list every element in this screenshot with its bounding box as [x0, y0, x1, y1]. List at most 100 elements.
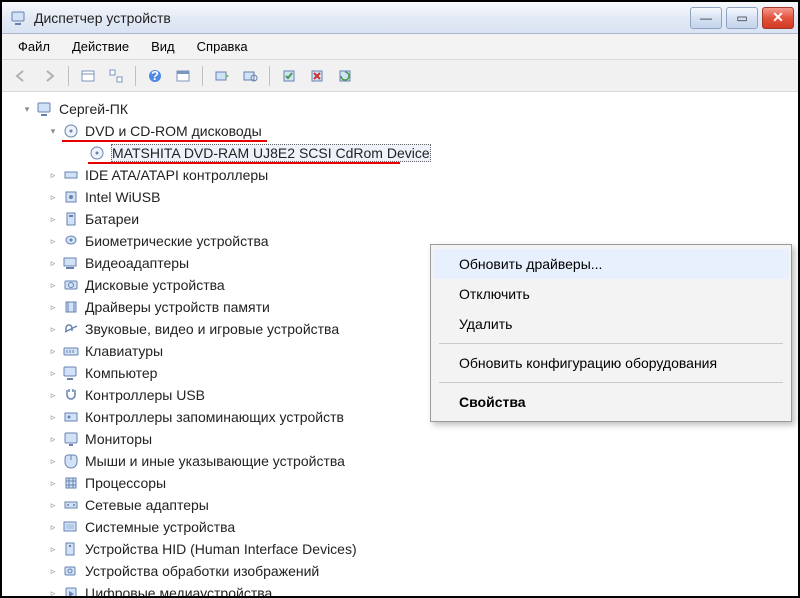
ctx-scan-hw[interactable]: Обновить конфигурацию оборудования [433, 348, 789, 378]
ctx-separator [439, 382, 783, 383]
toggle-collapse-icon[interactable]: ▾ [46, 124, 60, 138]
category-icon [62, 474, 80, 492]
close-icon: ✕ [772, 9, 784, 26]
category-icon [62, 320, 80, 338]
category-icon [62, 276, 80, 294]
toggle-expand-icon[interactable]: ▹ [46, 212, 60, 226]
scan-hw-button[interactable] [237, 63, 263, 89]
category-label: Мыши и иные указывающие устройства [85, 453, 345, 469]
help-button[interactable]: ? [142, 63, 168, 89]
toggle-expand-icon[interactable]: ▹ [46, 168, 60, 182]
category-label: Процессоры [85, 475, 166, 491]
category-label: IDE ATA/ATAPI контроллеры [85, 167, 268, 183]
category-label: Звуковые, видео и игровые устройства [85, 321, 339, 337]
toolbar-separator [68, 66, 69, 86]
toggle-expand-icon[interactable]: ▹ [46, 234, 60, 248]
category-icon [62, 232, 80, 250]
toggle-expand-icon[interactable]: ▹ [46, 498, 60, 512]
toggle-expand-icon[interactable]: ▹ [46, 410, 60, 424]
ctx-update-drivers[interactable]: Обновить драйверы... [433, 249, 789, 279]
tree-category[interactable]: ▹ Устройства обработки изображений [46, 560, 794, 582]
category-label: Клавиатуры [85, 343, 163, 359]
tree-category[interactable]: ▹ Intel WiUSB [46, 186, 794, 208]
category-label: Системные устройства [85, 519, 235, 535]
root-label: Сергей-ПК [59, 101, 128, 117]
menu-file[interactable]: Файл [8, 36, 60, 57]
ctx-disable[interactable]: Отключить [433, 279, 789, 309]
category-icon [62, 408, 80, 426]
category-icon [62, 210, 80, 228]
uninstall-button[interactable] [304, 63, 330, 89]
scan-button[interactable] [209, 63, 235, 89]
toggle-expand-icon[interactable]: ▹ [46, 520, 60, 534]
category-label: Intel WiUSB [85, 189, 160, 205]
forward-button[interactable] [36, 63, 62, 89]
maximize-button[interactable]: ▭ [726, 7, 758, 29]
toggle-expand-icon[interactable]: ▹ [46, 366, 60, 380]
toggle-expand-icon[interactable]: ▹ [46, 256, 60, 270]
category-icon [62, 254, 80, 272]
tree-category[interactable]: ▹ Системные устройства [46, 516, 794, 538]
toggle-expand-icon[interactable]: ▹ [46, 300, 60, 314]
toggle-expand-icon[interactable]: ▹ [46, 190, 60, 204]
category-icon [62, 342, 80, 360]
menu-view[interactable]: Вид [141, 36, 185, 57]
tree-device-dvd[interactable]: MATSHITA DVD-RAM UJ8E2 SCSI CdRom Device [72, 142, 794, 164]
category-label: Батареи [85, 211, 139, 227]
svg-text:?: ? [151, 68, 159, 83]
minimize-icon: — [700, 11, 712, 25]
menu-help[interactable]: Справка [187, 36, 258, 57]
category-label: Драйверы устройств памяти [85, 299, 270, 315]
category-icon [62, 364, 80, 382]
toggle-expand-icon[interactable]: ▹ [46, 586, 60, 596]
disc-drive-icon [62, 122, 80, 140]
toolbar-separator [202, 66, 203, 86]
show-all-button[interactable] [75, 63, 101, 89]
toggle-expand-icon[interactable]: ▹ [46, 388, 60, 402]
toggle-expand-icon[interactable]: ▹ [46, 564, 60, 578]
minimize-button[interactable]: — [690, 7, 722, 29]
update-button[interactable] [332, 63, 358, 89]
toggle-expand-icon[interactable]: ▹ [46, 344, 60, 358]
toggle-expand-icon[interactable]: ▹ [46, 542, 60, 556]
toggle-expand-icon[interactable]: ▹ [46, 322, 60, 336]
computer-icon [36, 100, 54, 118]
category-icon [62, 452, 80, 470]
toggle-spacer [72, 146, 86, 160]
tree-category[interactable]: ▹Цифровые медиаустройства [46, 582, 794, 596]
toggle-expand-icon[interactable]: ▹ [46, 476, 60, 490]
ctx-delete[interactable]: Удалить [433, 309, 789, 339]
menubar: Файл Действие Вид Справка [2, 34, 798, 60]
tree-category[interactable]: ▹ Процессоры [46, 472, 794, 494]
action-button[interactable] [170, 63, 196, 89]
tree-category[interactable]: ▹ Батареи [46, 208, 794, 230]
tree-category[interactable]: ▹ IDE ATA/ATAPI контроллеры [46, 164, 794, 186]
tree-category[interactable]: ▹Устройства HID (Human Interface Devices… [46, 538, 794, 560]
tree-category-dvd[interactable]: ▾ DVD и CD-ROM дисководы [46, 120, 794, 164]
back-button[interactable] [8, 63, 34, 89]
category-label: Контроллеры USB [85, 387, 205, 403]
toggle-expand-icon[interactable]: ▹ [46, 454, 60, 468]
ctx-separator [439, 343, 783, 344]
disc-device-icon [88, 144, 106, 162]
category-icon [62, 518, 80, 536]
toggle-collapse-icon[interactable]: ▾ [20, 102, 34, 116]
category-icon [62, 540, 80, 558]
tree-category[interactable]: ▹Сетевые адаптеры [46, 494, 794, 516]
category-icon [62, 430, 80, 448]
category-label: Устройства обработки изображений [85, 563, 319, 579]
menu-action[interactable]: Действие [62, 36, 139, 57]
close-button[interactable]: ✕ [762, 7, 794, 29]
tree-category[interactable]: ▹ Мыши и иные указывающие устройства [46, 450, 794, 472]
device-tree-button[interactable] [103, 63, 129, 89]
titlebar: Диспетчер устройств — ▭ ✕ [2, 2, 798, 34]
tree-category[interactable]: ▹Мониторы [46, 428, 794, 450]
toggle-expand-icon[interactable]: ▹ [46, 432, 60, 446]
category-icon [62, 562, 80, 580]
enable-button[interactable] [276, 63, 302, 89]
ctx-properties[interactable]: Свойства [433, 387, 789, 417]
dvd-device-label: MATSHITA DVD-RAM UJ8E2 SCSI CdRom Device [111, 144, 431, 162]
toggle-expand-icon[interactable]: ▹ [46, 278, 60, 292]
toolbar-separator [269, 66, 270, 86]
tree-area[interactable]: ▾ Сергей-ПК ▾ DVD и CD-ROM дисководы [2, 92, 798, 596]
